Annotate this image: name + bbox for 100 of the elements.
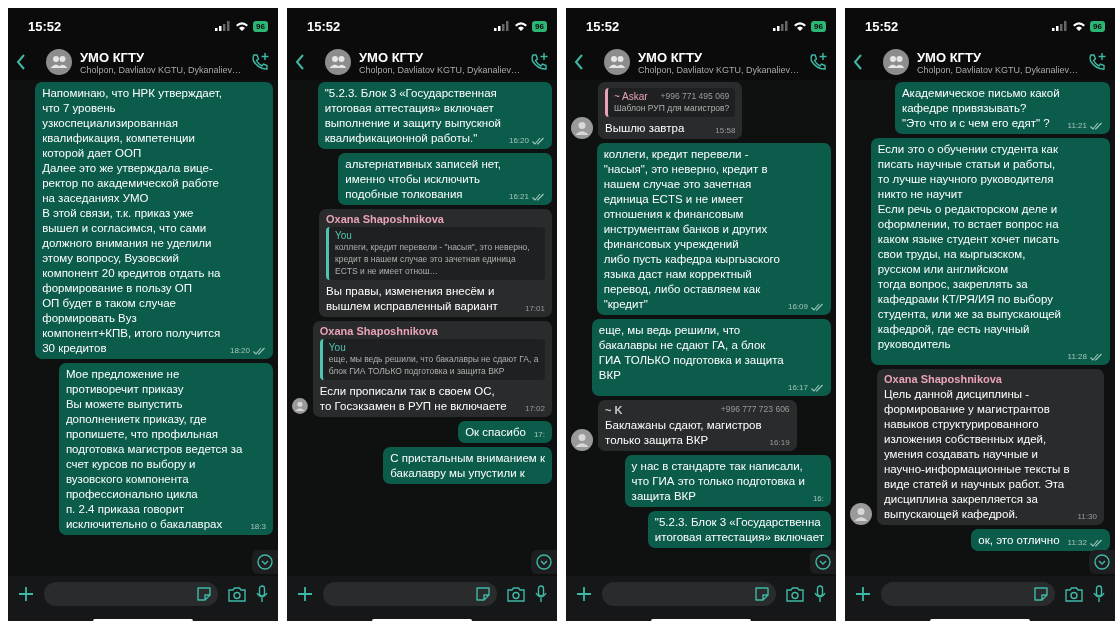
sticker-icon[interactable]	[196, 586, 212, 602]
quote-author: ~ Askar	[614, 91, 648, 102]
plus-icon[interactable]	[576, 586, 592, 602]
chevron-down-circle-icon	[536, 554, 552, 570]
wifi-icon	[235, 21, 250, 31]
message-time: 17:01	[524, 304, 545, 314]
sticker-icon[interactable]	[475, 586, 491, 602]
message-text: Ок спасибо	[465, 425, 526, 440]
quote-author: You	[335, 230, 352, 241]
message-time: 16:	[812, 494, 824, 504]
message-time: 11:30	[1077, 512, 1097, 522]
microphone-icon[interactable]	[814, 585, 826, 603]
plus-icon[interactable]	[855, 586, 871, 602]
message-text: "5.2.3. Блок 3 «Государственная итоговая аттестация» включает выполнение и защиту выпускной квалификационной работы."	[324, 86, 501, 146]
group-avatar-icon	[883, 49, 909, 75]
message-time: 16:09	[787, 302, 808, 312]
microphone-icon[interactable]	[1093, 585, 1105, 603]
status-time: 15:52	[307, 18, 341, 34]
message-time: 18:3	[250, 522, 266, 532]
quote-text: еще, мы ведь решили, что бакалавры не сдают ГА, а блок ГИА ТОЛЬКО подготовка и защита ВКР	[328, 353, 539, 377]
message-input-field[interactable]	[602, 582, 776, 606]
signal-icon	[215, 21, 232, 31]
chevron-down-circle-icon	[1094, 554, 1110, 570]
message-text: Вы правы, изменения внесём и вышлем исправленный вариант	[326, 284, 498, 314]
message-input-field[interactable]	[44, 582, 218, 606]
plus-icon[interactable]	[18, 586, 34, 602]
message-text: Если прописали так в своем ОС, то Госэкзамен в РУП не включаете	[319, 384, 507, 414]
message-text: еще, мы ведь решили, что бакалавры не сдают ГА, а блок ГИА ТОЛЬКО подготовка и защита ВКР	[598, 323, 784, 383]
chat-title: УМО КГТУ	[80, 49, 145, 65]
chat-members: Cholpon, Davliatov KGTU, Dykanaliev…	[80, 64, 242, 75]
add-call-icon[interactable]	[250, 52, 270, 72]
message-text: Академическое письмо какой кафедре привязывать? "Это что и с чем его едят" ?	[901, 86, 1060, 131]
message-text: "5.2.3. Блок 3 «Государственна итоговая аттестация» включает	[654, 515, 824, 545]
plus-icon[interactable]	[297, 586, 313, 602]
battery-indicator: 96	[253, 20, 268, 32]
message-text: Если это о обучении студента как писать научные статьи и работы, то лучше научного руководителя никто не научит Если речь о редакторском деле и оформлении, то встает вопрос на каком языке студент хочет писать свои труды, на кыргызском, русском или английском тогда вопрос, закреплять за кафедрами КТ/РЯ/ИЯ по выбору студента, или же за выпускающей кафедрой, где есть научный руководитель	[877, 142, 1062, 352]
message-text: Цель данной дисциплины - формирование у магистрантов навыков структурированного изложения собственных идей, умения создавать научные и научно-информационные тексты в виде статей и научных работ. Эта дисциплина закрепляется за выпускающей кафедрой.	[884, 387, 1070, 522]
sticker-icon[interactable]	[1033, 586, 1049, 602]
camera-icon[interactable]	[1065, 586, 1083, 602]
group-avatar-icon	[604, 49, 630, 75]
quote-text: Шаблон РУП для магистров?	[614, 102, 730, 114]
message-time: 15:58	[715, 126, 736, 136]
camera-icon[interactable]	[507, 586, 525, 602]
scroll-down-button[interactable]	[531, 550, 557, 574]
message-time: 11:21	[1067, 121, 1087, 131]
chat-title: УМО КГТУ	[917, 49, 982, 65]
wifi-icon	[1072, 21, 1087, 31]
message-input-field[interactable]	[323, 582, 497, 606]
camera-icon[interactable]	[228, 586, 246, 602]
message-text: альтернативных записей нет, именно чтобы исключить подобные толкования	[345, 157, 501, 202]
sender-name: Oxana Shaposhnikova	[884, 373, 1002, 385]
status-time: 15:52	[28, 18, 62, 34]
message-text: Вышлю завтра	[605, 121, 685, 136]
quote-phone: +996 771 495 069	[660, 91, 730, 102]
message-text: С пристальным вниманием к бакалавру мы упустили к	[390, 451, 545, 481]
signal-icon	[1052, 21, 1069, 31]
quoted-message[interactable]: You еще, мы ведь решили, что бакалавры не сдают ГА, а блок ГИА ТОЛЬКО подготовка и защита ВКР	[319, 339, 545, 380]
message-time: 18:20	[229, 346, 250, 356]
signal-icon	[773, 21, 790, 31]
microphone-icon[interactable]	[535, 585, 547, 603]
back-icon[interactable]	[16, 54, 26, 70]
back-icon[interactable]	[574, 54, 584, 70]
camera-icon[interactable]	[786, 586, 804, 602]
message-text: Напоминаю, что НРК утверждает, что 7 уровень узкоспециализированная квалификация, компетенции которой дает ООП Далее это же утверждала вице- ректор по академической работе на заседаниях УМО В этой связи, т.к. приказ уже вышел и согласимся, что сами должного внимания не уделили этому вопросу, Вузовский компонент 20 кредитов отдать на формирование в пользу ОП ОП будет в таком случае формировать Вуз компонент+КПВ, итого получится 30 кредитов	[42, 86, 222, 356]
sticker-icon[interactable]	[754, 586, 770, 602]
message-time: 16:20	[508, 136, 529, 146]
back-icon[interactable]	[295, 54, 305, 70]
message-text: Мое предложение не противоречит приказу Вы можете выпустить дополнениетк приказу, где пропишете, что профильная подготовка магистров ведется за счет курсов по выбору и вузовского компонента профессионально цикла п. 2.4 приказа говорит исключительно о бакалаврах	[65, 367, 243, 532]
chat-members: Cholpon, Davliatov KGTU, Dykanaliev…	[359, 64, 521, 75]
group-avatar-icon	[325, 49, 351, 75]
message-time: 16:17	[787, 383, 808, 393]
scroll-down-button[interactable]	[252, 550, 278, 574]
add-call-icon[interactable]	[529, 52, 549, 72]
group-avatar-icon	[46, 49, 72, 75]
quoted-message[interactable]: ~ Askar +996 771 495 069 Шаблон РУП для магистров?	[605, 88, 736, 117]
message-time: 11:32	[1067, 538, 1087, 548]
add-call-icon[interactable]	[808, 52, 828, 72]
add-call-icon[interactable]	[1087, 52, 1107, 72]
message-text: ок, это отлично	[978, 533, 1060, 548]
quote-text: коллеги, кредит перевели - "насыя", это неверно, кредит в нашем случае это зачетная единица ECTS и не имеет отнош…	[335, 241, 531, 277]
battery-indicator: 96	[811, 20, 826, 32]
message-text: Баклажаны сдают, магистров только защита ВКР	[605, 418, 762, 448]
microphone-icon[interactable]	[256, 585, 268, 603]
chat-title: УМО КГТУ	[638, 49, 703, 65]
message-input-field[interactable]	[881, 582, 1055, 606]
wifi-icon	[793, 21, 808, 31]
message-text: коллеги, кредит перевели - "насыя", это неверно, кредит в нашем случае это зачетная единица ECTS и не имеет отношения к финансовым инструментам банков и других финансовых учреждений либо пусть кафедра кыргызского языка даст нам корректный перевод, либо оставляем как "кредит"	[603, 147, 780, 312]
battery-indicator: 96	[1090, 20, 1105, 32]
chat-members: Cholpon, Davliatov KGTU, Dykanaliev…	[917, 64, 1079, 75]
battery-indicator: 96	[532, 20, 547, 32]
sender-name: Oxana Shaposhnikova	[326, 213, 444, 225]
sender-name: Oxana Shaposhnikova	[319, 325, 438, 337]
message-time: 11:28	[1067, 352, 1087, 362]
scroll-down-button[interactable]	[1089, 550, 1115, 574]
sender-phone: +996 777 723 606	[720, 404, 790, 416]
status-time: 15:52	[586, 18, 620, 34]
scroll-down-button[interactable]	[810, 550, 836, 574]
signal-icon	[494, 21, 511, 31]
back-icon[interactable]	[853, 54, 863, 70]
quoted-message[interactable]: You коллеги, кредит перевели - "насыя", это неверно, кредит в нашем случае это зачетная единица ECTS и не имеет отнош…	[326, 227, 545, 280]
